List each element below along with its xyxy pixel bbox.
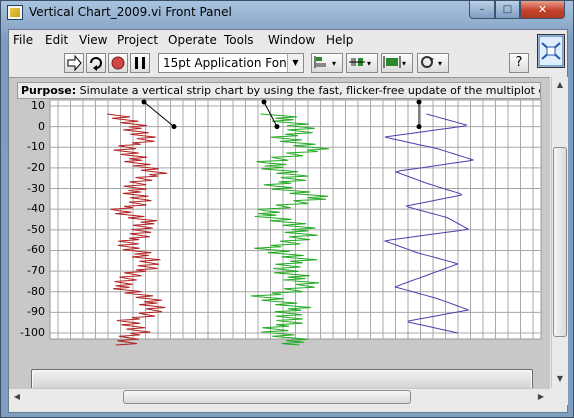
- stop-button[interactable]: STOP: [31, 369, 533, 388]
- multiplot-graph: [49, 99, 542, 346]
- svg-text:▾: ▾: [402, 59, 406, 68]
- menu-project[interactable]: Project: [117, 33, 158, 47]
- y-tick-label: -60: [27, 243, 45, 257]
- font-select[interactable]: 15pt Application Font ▼: [158, 53, 304, 73]
- front-panel-client: File Edit View Project Operate Tools Win…: [8, 29, 568, 413]
- cursor-point[interactable]: [141, 99, 147, 105]
- menu-file[interactable]: File: [13, 33, 33, 47]
- y-tick-label: -80: [27, 284, 45, 298]
- distribute-objects-icon: ▾: [349, 58, 371, 68]
- y-tick-label: -40: [27, 202, 45, 216]
- title-bar[interactable]: Vertical Chart_2009.vi Front Panel – □ ✕: [1, 1, 573, 25]
- scroll-left-icon[interactable]: ◀: [9, 389, 25, 405]
- svg-text:▾: ▾: [438, 59, 442, 68]
- run-arrow-icon: [67, 54, 82, 72]
- y-tick-label: 10: [31, 99, 45, 112]
- align-objects-icon: ▾: [314, 56, 336, 68]
- cursor-point[interactable]: [274, 124, 280, 130]
- y-tick-label: -70: [27, 264, 45, 278]
- distribute-objects-button[interactable]: ▾: [346, 53, 378, 73]
- reorder-icon: ▾: [421, 56, 442, 68]
- run-continuous-button[interactable]: [86, 53, 106, 73]
- resize-grip[interactable]: [551, 388, 568, 405]
- scroll-up-icon[interactable]: ▲: [552, 77, 568, 93]
- close-button[interactable]: ✕: [520, 1, 565, 19]
- align-objects-button[interactable]: ▾: [311, 53, 343, 73]
- scroll-right-icon[interactable]: ▶: [533, 389, 549, 405]
- menu-view[interactable]: View: [79, 33, 107, 47]
- pause-button[interactable]: [130, 53, 150, 73]
- cursor-point[interactable]: [416, 124, 422, 130]
- vi-icon: [537, 34, 565, 68]
- abort-icon: [111, 56, 125, 70]
- vi-title-icon: [7, 5, 23, 20]
- labview-window: Vertical Chart_2009.vi Front Panel – □ ✕…: [0, 0, 574, 418]
- purpose-label: Purpose:: [21, 84, 77, 97]
- y-tick-label: -30: [27, 181, 45, 195]
- y-tick-label: -90: [27, 305, 45, 319]
- y-tick-label: -10: [27, 140, 45, 154]
- menu-tools[interactable]: Tools: [224, 33, 254, 47]
- run-button[interactable]: [64, 53, 84, 73]
- y-tick-label: -50: [27, 222, 45, 236]
- cursor-point[interactable]: [171, 124, 177, 130]
- svg-text:▾: ▾: [367, 59, 371, 68]
- menu-window[interactable]: Window: [268, 33, 315, 47]
- purpose-note: Purpose: Simulate a vertical strip chart…: [17, 82, 541, 99]
- pause-icon: [135, 57, 145, 69]
- chevron-down-icon[interactable]: ▼: [287, 54, 303, 72]
- context-help-button[interactable]: ?: [509, 53, 529, 73]
- menu-help[interactable]: Help: [326, 33, 353, 47]
- y-tick-label: 0: [38, 119, 45, 133]
- toolbar: 15pt Application Font ▼ ▾ ▾ ▾ ▾ ?: [9, 51, 539, 75]
- menu-bar: File Edit View Project Operate Tools Win…: [9, 30, 534, 50]
- abort-button[interactable]: [108, 53, 128, 73]
- maximize-button[interactable]: □: [495, 1, 520, 19]
- reorder-button[interactable]: ▾: [417, 53, 449, 73]
- vertical-scroll-thumb[interactable]: [553, 147, 567, 337]
- horizontal-scroll-thumb[interactable]: [123, 390, 411, 404]
- y-tick-label: -100: [20, 326, 45, 339]
- horizontal-scrollbar[interactable]: ◀ ▶: [9, 388, 550, 405]
- y-tick-label: -20: [27, 160, 45, 174]
- svg-text:▾: ▾: [332, 59, 336, 68]
- window-title: Vertical Chart_2009.vi Front Panel: [29, 5, 232, 19]
- scroll-down-icon[interactable]: ▼: [552, 371, 568, 387]
- minimize-button[interactable]: –: [469, 1, 495, 19]
- menu-edit[interactable]: Edit: [45, 33, 68, 47]
- menu-operate[interactable]: Operate: [168, 33, 217, 47]
- resize-objects-button[interactable]: ▾: [381, 53, 413, 73]
- front-panel-canvas: 10 0 -10 -20 -30 -40 -50 -60 -70 -80 -90 -100 Purpo…: [9, 77, 550, 388]
- purpose-text: Simulate a vertical strip chart by using…: [79, 84, 541, 97]
- cursor-point[interactable]: [416, 99, 422, 105]
- vertical-scrollbar[interactable]: ▲ ▼: [551, 77, 568, 388]
- vi-connector-icon: [538, 35, 564, 67]
- run-continuous-icon: [90, 57, 102, 71]
- resize-objects-icon: ▾: [383, 56, 406, 68]
- cursor-point[interactable]: [261, 99, 267, 105]
- font-select-value: 15pt Application Font: [163, 56, 292, 70]
